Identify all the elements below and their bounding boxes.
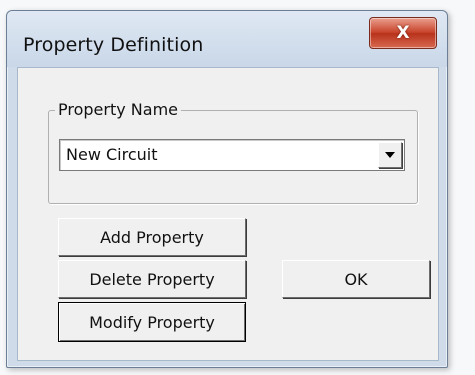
property-name-group: Property Name New Circuit (48, 100, 418, 204)
property-name-value: New Circuit (66, 145, 158, 164)
add-property-button[interactable]: Add Property (58, 218, 246, 256)
add-property-label: Add Property (100, 227, 204, 247)
dialog-body: Property Name New Circuit Add Property D… (17, 67, 439, 361)
title-bar[interactable]: Property Definition X (7, 11, 447, 67)
close-button[interactable]: X (369, 17, 437, 49)
ok-button[interactable]: OK (282, 260, 430, 298)
modify-property-button[interactable]: Modify Property (58, 302, 246, 342)
chevron-down-icon (385, 152, 395, 158)
property-name-label: Property Name (55, 100, 181, 119)
property-name-combobox[interactable]: New Circuit (59, 139, 405, 171)
delete-property-label: Delete Property (89, 269, 215, 289)
dialog-title: Property Definition (23, 34, 204, 56)
property-definition-dialog: Property Definition X Property Name New … (6, 10, 448, 368)
ok-label: OK (344, 269, 368, 289)
close-icon: X (396, 23, 410, 43)
dropdown-button[interactable] (378, 142, 402, 168)
delete-property-button[interactable]: Delete Property (58, 260, 246, 298)
modify-property-label: Modify Property (89, 312, 215, 332)
